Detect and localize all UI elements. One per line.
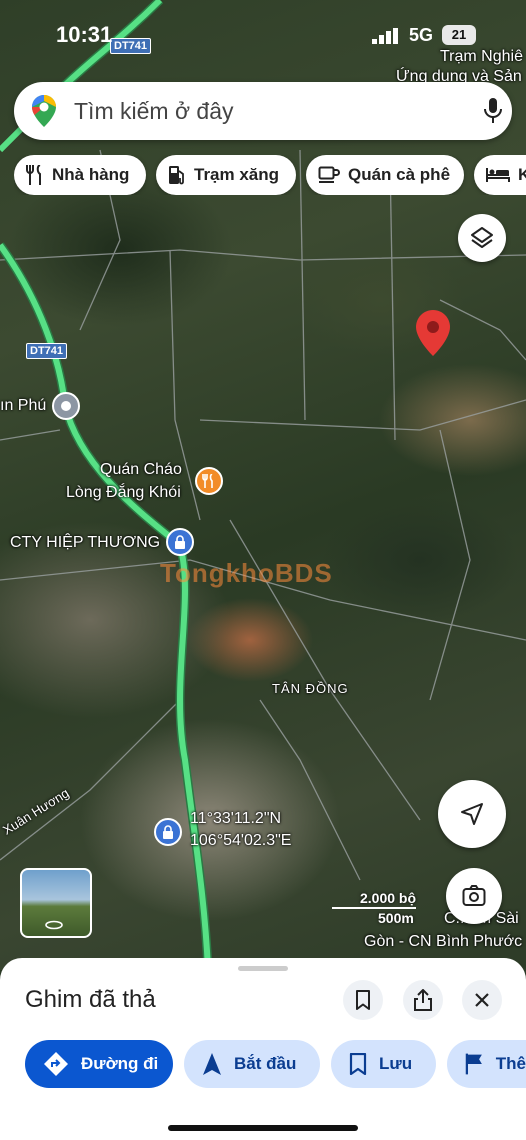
map-label[interactable]: ın Phú	[0, 397, 46, 415]
lock-marker-icon[interactable]	[166, 528, 194, 556]
rotate-360-icon	[45, 920, 63, 930]
start-button[interactable]: Bắt đầu	[184, 1040, 320, 1088]
hotel-icon	[486, 168, 510, 182]
street-view-thumbnail[interactable]	[20, 868, 92, 938]
layers-button[interactable]	[458, 214, 506, 262]
map-label[interactable]: Lòng Đắng Khói	[66, 484, 181, 502]
chip-hotels[interactable]: K	[474, 155, 526, 195]
scale-bar	[332, 907, 416, 909]
directions-icon	[44, 1052, 68, 1076]
restaurant-marker-icon[interactable]	[195, 467, 223, 495]
add-label-button[interactable]: Thê	[447, 1040, 526, 1088]
close-button[interactable]	[462, 980, 502, 1020]
chip-label: K	[518, 165, 526, 184]
chip-coffee[interactable]: Quán cà phê	[306, 155, 464, 195]
directions-button[interactable]: Đường đi	[25, 1040, 173, 1088]
close-icon	[475, 993, 489, 1007]
network-type: 5G	[409, 25, 434, 45]
search-input[interactable]: Tìm kiếm ở đây	[74, 98, 234, 125]
camera-search-button[interactable]	[446, 868, 502, 924]
scale-primary: 2.000 bộ	[360, 890, 417, 906]
flag-icon	[465, 1053, 482, 1075]
save-action-button[interactable]: Lưu	[331, 1040, 436, 1088]
chip-gas-stations[interactable]: Trạm xăng	[156, 155, 296, 195]
navigation-arrow-icon	[203, 1053, 221, 1075]
road-shield: DT741	[26, 343, 68, 359]
category-chips: Nhà hàng Trạm xăng Quán cà phê K	[14, 155, 526, 195]
restaurant-icon	[26, 165, 41, 185]
gas-station-icon	[169, 166, 184, 185]
map-label[interactable]: Quán Cháo	[100, 461, 182, 479]
coffee-icon	[318, 166, 340, 183]
bookmark-icon	[349, 1053, 367, 1075]
map-label[interactable]: TÂN ĐỒNG	[272, 681, 349, 696]
action-label: Bắt đầu	[234, 1054, 297, 1073]
chip-label: Trạm xăng	[194, 165, 280, 184]
share-icon	[414, 989, 432, 1011]
bookmark-icon	[356, 990, 370, 1010]
sheet-drag-handle[interactable]	[238, 966, 288, 971]
save-button[interactable]	[343, 980, 383, 1020]
share-button[interactable]	[403, 980, 443, 1020]
coordinates-lon: 106°54'02.3"E	[190, 832, 292, 849]
map-scale: 2.000 bộ 500m	[332, 890, 416, 926]
status-time: 10:31	[56, 22, 113, 47]
navigation-arrow-icon	[461, 803, 483, 825]
watermark: TongkhoBDS	[160, 558, 333, 588]
my-location-button[interactable]	[438, 780, 506, 848]
action-label: Thê	[495, 1054, 526, 1073]
cellular-signal-icon	[372, 28, 398, 44]
location-marker-icon[interactable]	[52, 392, 80, 420]
dropped-pin-marker-icon[interactable]	[154, 818, 182, 846]
action-label: Lưu	[379, 1054, 413, 1073]
pin-icon[interactable]	[416, 310, 450, 361]
maps-logo-icon	[32, 95, 56, 127]
scale-secondary: 500m	[378, 910, 414, 926]
chip-label: Nhà hàng	[52, 165, 130, 184]
sheet-title: Ghim đã thả	[25, 986, 156, 1013]
place-sheet[interactable]: Ghim đã thả Đường đi Bắt đầu Lưu Thê	[0, 958, 526, 1140]
map-label[interactable]: Gòn - CN Bình Phước	[364, 933, 522, 951]
layers-icon	[471, 227, 493, 248]
home-indicator[interactable]	[168, 1125, 358, 1131]
action-label: Đường đi	[81, 1054, 159, 1073]
status-bar: 10:31 5G 21	[0, 0, 526, 70]
battery-icon: 21	[442, 25, 476, 45]
search-bar[interactable]: Tìm kiếm ở đây	[14, 82, 512, 140]
coordinates-lat: 11°33'11.2"N	[190, 810, 282, 827]
chip-restaurants[interactable]: Nhà hàng	[14, 155, 146, 195]
map-label[interactable]: CTY HIỆP THƯƠNG	[10, 534, 160, 552]
chip-label: Quán cà phê	[348, 165, 451, 184]
microphone-icon[interactable]	[484, 98, 502, 124]
camera-lens-icon	[462, 885, 486, 906]
